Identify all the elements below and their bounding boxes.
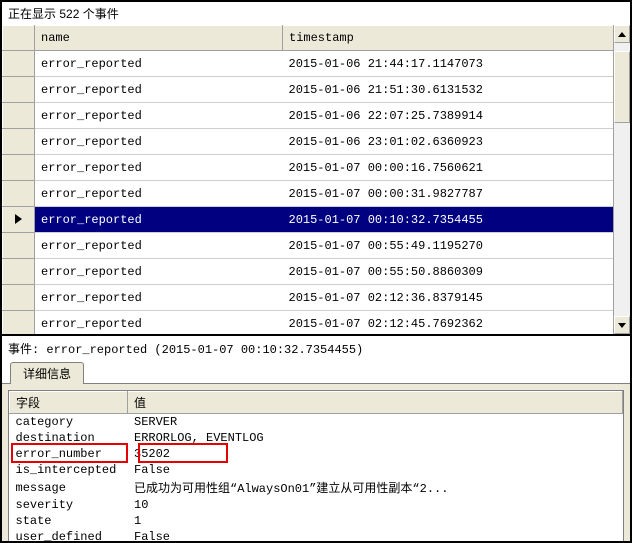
- row-selector[interactable]: [3, 207, 35, 233]
- app-root: 正在显示 522 个事件 name timestamp error_re: [0, 0, 632, 543]
- events-table[interactable]: name timestamp error_reported2015-01-06 …: [2, 25, 630, 334]
- col-header-name[interactable]: name: [35, 26, 283, 51]
- cell-value[interactable]: 已成功为可用性组“AlwaysOn01”建立从可用性副本“2...: [128, 478, 623, 497]
- cell-timestamp[interactable]: 2015-01-06 21:51:30.6131532: [283, 77, 630, 103]
- cell-value[interactable]: False: [128, 529, 623, 541]
- row-selector[interactable]: [3, 285, 35, 311]
- cell-name[interactable]: error_reported: [35, 207, 283, 233]
- caption-suffix: 个事件: [79, 7, 118, 21]
- table-row[interactable]: user_definedFalse: [10, 529, 623, 541]
- row-selector[interactable]: [3, 129, 35, 155]
- events-scrollbar[interactable]: [613, 25, 630, 334]
- table-row[interactable]: error_reported2015-01-07 00:10:32.735445…: [3, 207, 630, 233]
- tab-details[interactable]: 详细信息: [10, 362, 84, 384]
- cell-field[interactable]: destination: [10, 430, 128, 446]
- cell-value[interactable]: 35202: [128, 446, 623, 462]
- cell-name[interactable]: error_reported: [35, 77, 283, 103]
- events-header-row[interactable]: name timestamp: [3, 26, 630, 51]
- cell-field[interactable]: severity: [10, 497, 128, 513]
- row-selector-header[interactable]: [3, 26, 35, 51]
- details-tabs: 详细信息: [2, 361, 630, 383]
- cell-name[interactable]: error_reported: [35, 259, 283, 285]
- events-count: 522: [59, 7, 79, 21]
- table-row[interactable]: error_reported2015-01-06 22:07:25.738991…: [3, 103, 630, 129]
- cell-field[interactable]: user_defined: [10, 529, 128, 541]
- details-header-row[interactable]: 字段 值: [10, 392, 623, 414]
- cell-value[interactable]: 1: [128, 513, 623, 529]
- cell-timestamp[interactable]: 2015-01-07 00:10:32.7354455: [283, 207, 630, 233]
- details-pane: 事件: error_reported (2015-01-07 00:10:32.…: [2, 336, 630, 541]
- cell-field[interactable]: error_number: [10, 446, 128, 462]
- row-selector[interactable]: [3, 155, 35, 181]
- cell-value[interactable]: False: [128, 462, 623, 478]
- cell-timestamp[interactable]: 2015-01-07 02:12:36.8379145: [283, 285, 630, 311]
- scroll-track[interactable]: [614, 43, 630, 316]
- table-row[interactable]: error_reported2015-01-06 23:01:02.636092…: [3, 129, 630, 155]
- scroll-down-button[interactable]: [614, 316, 630, 334]
- table-row[interactable]: error_reported2015-01-06 21:51:30.613153…: [3, 77, 630, 103]
- table-row[interactable]: destinationERRORLOG, EVENTLOG: [10, 430, 623, 446]
- events-grid: name timestamp error_reported2015-01-06 …: [2, 25, 630, 334]
- table-row[interactable]: error_number35202: [10, 446, 623, 462]
- cell-timestamp[interactable]: 2015-01-07 00:55:50.8860309: [283, 259, 630, 285]
- cell-timestamp[interactable]: 2015-01-06 23:01:02.6360923: [283, 129, 630, 155]
- cell-name[interactable]: error_reported: [35, 155, 283, 181]
- current-row-arrow-icon: [15, 214, 22, 224]
- row-selector[interactable]: [3, 233, 35, 259]
- cell-timestamp[interactable]: 2015-01-06 21:44:17.1147073: [283, 51, 630, 77]
- cell-timestamp[interactable]: 2015-01-06 22:07:25.7389914: [283, 103, 630, 129]
- cell-value[interactable]: 10: [128, 497, 623, 513]
- table-row[interactable]: error_reported2015-01-07 00:00:31.982778…: [3, 181, 630, 207]
- row-selector[interactable]: [3, 259, 35, 285]
- events-caption: 正在显示 522 个事件: [2, 2, 630, 25]
- cell-value[interactable]: ERRORLOG, EVENTLOG: [128, 430, 623, 446]
- details-caption: 事件: error_reported (2015-01-07 00:10:32.…: [2, 336, 630, 361]
- table-row[interactable]: severity10: [10, 497, 623, 513]
- col-header-timestamp[interactable]: timestamp: [283, 26, 630, 51]
- cell-name[interactable]: error_reported: [35, 181, 283, 207]
- cell-field[interactable]: state: [10, 513, 128, 529]
- chevron-down-icon: [618, 323, 626, 328]
- cell-name[interactable]: error_reported: [35, 233, 283, 259]
- table-row[interactable]: error_reported2015-01-07 00:00:16.756062…: [3, 155, 630, 181]
- cell-name[interactable]: error_reported: [35, 51, 283, 77]
- table-row[interactable]: message已成功为可用性组“AlwaysOn01”建立从可用性副本“2...: [10, 478, 623, 497]
- row-selector[interactable]: [3, 51, 35, 77]
- table-row[interactable]: categorySERVER: [10, 414, 623, 431]
- row-selector[interactable]: [3, 103, 35, 129]
- cell-name[interactable]: error_reported: [35, 285, 283, 311]
- caption-prefix: 正在显示: [8, 7, 59, 21]
- col-header-field[interactable]: 字段: [10, 392, 128, 414]
- cell-name[interactable]: error_reported: [35, 311, 283, 335]
- cell-timestamp[interactable]: 2015-01-07 00:00:16.7560621: [283, 155, 630, 181]
- cell-name[interactable]: error_reported: [35, 129, 283, 155]
- table-row[interactable]: error_reported2015-01-07 00:55:49.119527…: [3, 233, 630, 259]
- table-row[interactable]: error_reported2015-01-07 02:12:36.837914…: [3, 285, 630, 311]
- scroll-up-button[interactable]: [614, 25, 630, 43]
- cell-field[interactable]: is_intercepted: [10, 462, 128, 478]
- cell-field[interactable]: category: [10, 414, 128, 431]
- row-selector[interactable]: [3, 181, 35, 207]
- table-row[interactable]: error_reported2015-01-07 00:55:50.886030…: [3, 259, 630, 285]
- cell-timestamp[interactable]: 2015-01-07 00:55:49.1195270: [283, 233, 630, 259]
- row-selector[interactable]: [3, 77, 35, 103]
- events-pane: 正在显示 522 个事件 name timestamp error_re: [2, 2, 630, 336]
- table-row[interactable]: error_reported2015-01-07 02:12:45.769236…: [3, 311, 630, 335]
- cell-timestamp[interactable]: 2015-01-07 02:12:45.7692362: [283, 311, 630, 335]
- cell-name[interactable]: error_reported: [35, 103, 283, 129]
- cell-value[interactable]: SERVER: [128, 414, 623, 431]
- cell-timestamp[interactable]: 2015-01-07 00:00:31.9827787: [283, 181, 630, 207]
- scroll-thumb[interactable]: [614, 51, 630, 123]
- table-row[interactable]: error_reported2015-01-06 21:44:17.114707…: [3, 51, 630, 77]
- details-table[interactable]: 字段 值 categorySERVERdestinationERRORLOG, …: [9, 391, 623, 541]
- details-body: 字段 值 categorySERVERdestinationERRORLOG, …: [2, 383, 630, 541]
- col-header-value[interactable]: 值: [128, 392, 623, 414]
- table-row[interactable]: is_interceptedFalse: [10, 462, 623, 478]
- chevron-up-icon: [618, 32, 626, 37]
- details-inner: 字段 值 categorySERVERdestinationERRORLOG, …: [8, 390, 624, 541]
- table-row[interactable]: state1: [10, 513, 623, 529]
- cell-field[interactable]: message: [10, 478, 128, 497]
- row-selector[interactable]: [3, 311, 35, 335]
